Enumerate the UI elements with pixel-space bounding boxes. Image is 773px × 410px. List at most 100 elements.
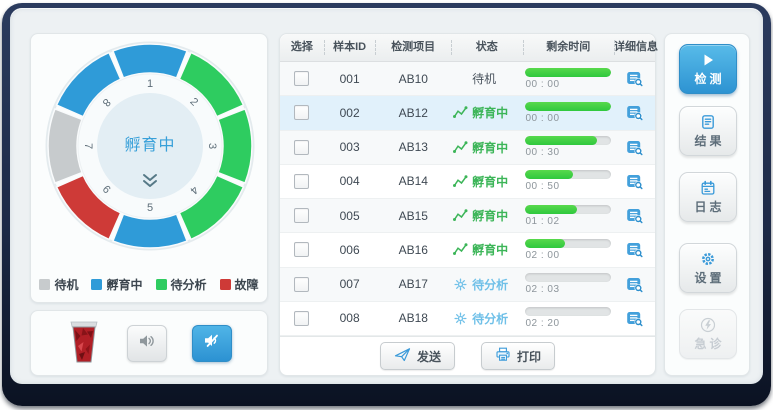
- sample-id: 007: [339, 277, 360, 292]
- status-icon-incubating: [453, 174, 468, 188]
- column-header: 详细信息: [614, 34, 658, 61]
- paper-plane-icon: [394, 347, 411, 365]
- progress-fill: [525, 170, 573, 180]
- send-button[interactable]: 发送: [379, 342, 455, 370]
- status-icon-incubating: [453, 106, 468, 120]
- speaker-icon: [138, 333, 155, 354]
- progress-bar: [525, 101, 612, 111]
- column-header: 选择: [290, 41, 313, 53]
- detail-info-icon[interactable]: [626, 104, 643, 121]
- legend-swatch: [155, 279, 167, 290]
- row-checkbox[interactable]: [294, 71, 310, 87]
- remaining-time: 00 : 30: [525, 136, 612, 159]
- column-header: 检测项目: [375, 34, 451, 61]
- progress-fill: [525, 136, 597, 146]
- sample-id: 005: [339, 208, 360, 223]
- row-checkbox[interactable]: [294, 310, 310, 326]
- detail-info-icon[interactable]: [626, 173, 643, 190]
- detail-info-icon[interactable]: [626, 310, 643, 327]
- status-icon-pending: [453, 277, 468, 291]
- printer-icon: [495, 347, 511, 365]
- dial-position-number: 5: [147, 202, 153, 214]
- status-icon-incubating: [453, 140, 468, 154]
- detail-info-icon[interactable]: [626, 70, 643, 87]
- time-label: 02 : 00: [525, 249, 560, 261]
- row-checkbox[interactable]: [294, 173, 310, 189]
- sound-on-button[interactable]: [126, 324, 167, 362]
- progress-bar: [525, 273, 612, 283]
- time-label: 00 : 00: [525, 112, 560, 124]
- legend-swatch: [39, 279, 51, 290]
- table-row: 003 AB13 孵育中 00 : 30: [280, 130, 655, 165]
- status-icon-incubating: [453, 209, 468, 223]
- row-checkbox[interactable]: [294, 242, 310, 258]
- time-label: 00 : 30: [525, 147, 560, 159]
- row-checkbox[interactable]: [294, 139, 310, 155]
- table-row: 008 AB18 待分析 02 : 20: [280, 301, 655, 336]
- row-checkbox[interactable]: [294, 276, 310, 292]
- test-item: AB17: [398, 277, 428, 292]
- progress-bar: [525, 170, 612, 180]
- detail-info-icon[interactable]: [626, 276, 643, 293]
- sample-table-panel: 选择 样本ID 检测项目 状态 剩余时间 详细信息 001 AB10 待机 00 : 00…: [279, 33, 658, 376]
- row-checkbox[interactable]: [294, 208, 310, 224]
- action-button-panel: 检测 结果 日志 设置 急诊: [664, 33, 750, 376]
- sound-mute-button[interactable]: [192, 324, 233, 362]
- test-item: AB18: [398, 311, 428, 326]
- result-button-label: 结果: [694, 134, 725, 148]
- progress-fill: [525, 238, 565, 248]
- legend-item: 待机: [39, 276, 78, 293]
- result-button[interactable]: 结果: [679, 106, 737, 156]
- legend-swatch: [91, 279, 103, 290]
- send-button-label: 发送: [416, 349, 441, 364]
- time-label: 02 : 20: [525, 318, 560, 330]
- legend-item: 孵育中: [91, 276, 143, 293]
- table-row: 006 AB16 孵育中 02 : 00: [280, 233, 655, 268]
- emergency-button-label: 急诊: [694, 337, 725, 351]
- detect-button[interactable]: 检测: [679, 44, 737, 94]
- status-label: 待机: [472, 72, 497, 87]
- sample-id: 004: [339, 174, 360, 189]
- status-legend: 待机 孵育中 待分析 故障: [31, 276, 267, 293]
- status-label: 待分析: [472, 311, 509, 326]
- detect-button-label: 检测: [694, 72, 725, 86]
- test-item: AB10: [398, 71, 428, 86]
- dial-segment-3: [217, 107, 253, 185]
- table-row: 004 AB14 孵育中 00 : 50: [280, 164, 655, 199]
- table-row: 005 AB15 孵育中 01 : 02: [280, 199, 655, 234]
- print-button[interactable]: 打印: [481, 342, 556, 370]
- column-header: 状态: [450, 34, 523, 61]
- detail-info-icon[interactable]: [626, 207, 643, 224]
- row-checkbox[interactable]: [294, 105, 310, 121]
- bolt-icon: [700, 316, 716, 333]
- detail-info-icon[interactable]: [626, 241, 643, 258]
- table-row: 001 AB10 待机 00 : 00: [280, 62, 655, 97]
- log-button[interactable]: 日志: [679, 172, 737, 222]
- progress-bar: [525, 238, 612, 248]
- calendar-icon: [700, 179, 716, 196]
- time-label: 01 : 02: [525, 215, 560, 227]
- progress-fill: [525, 101, 612, 111]
- dial-segment-5: [111, 213, 189, 249]
- status-label: 孵育中: [472, 174, 509, 189]
- settings-button[interactable]: 设置: [679, 243, 737, 293]
- column-header: 样本ID: [323, 34, 376, 61]
- table-header: 选择 样本ID 检测项目 状态 剩余时间 详细信息: [280, 34, 658, 62]
- remaining-time: 00 : 00: [525, 101, 612, 124]
- remaining-time: 00 : 50: [525, 170, 612, 192]
- time-label: 00 : 00: [525, 78, 560, 90]
- sound-waste-panel: [30, 310, 268, 376]
- remaining-time: 01 : 02: [525, 204, 612, 227]
- progress-bar: [525, 204, 612, 214]
- dial-position-number: 3: [206, 143, 218, 149]
- detail-info-icon[interactable]: [626, 139, 643, 156]
- status-label: 孵育中: [472, 140, 509, 155]
- table-body: 001 AB10 待机 00 : 00 002 AB12 孵育中 00: 00…: [280, 62, 655, 336]
- speaker-muted-icon: [203, 332, 221, 354]
- test-item: AB12: [398, 105, 428, 120]
- sample-id: 003: [339, 140, 360, 155]
- remaining-time: 02 : 00: [525, 238, 612, 261]
- progress-bar: [525, 136, 612, 146]
- legend-label: 待机: [54, 278, 79, 292]
- report-icon: [700, 113, 716, 130]
